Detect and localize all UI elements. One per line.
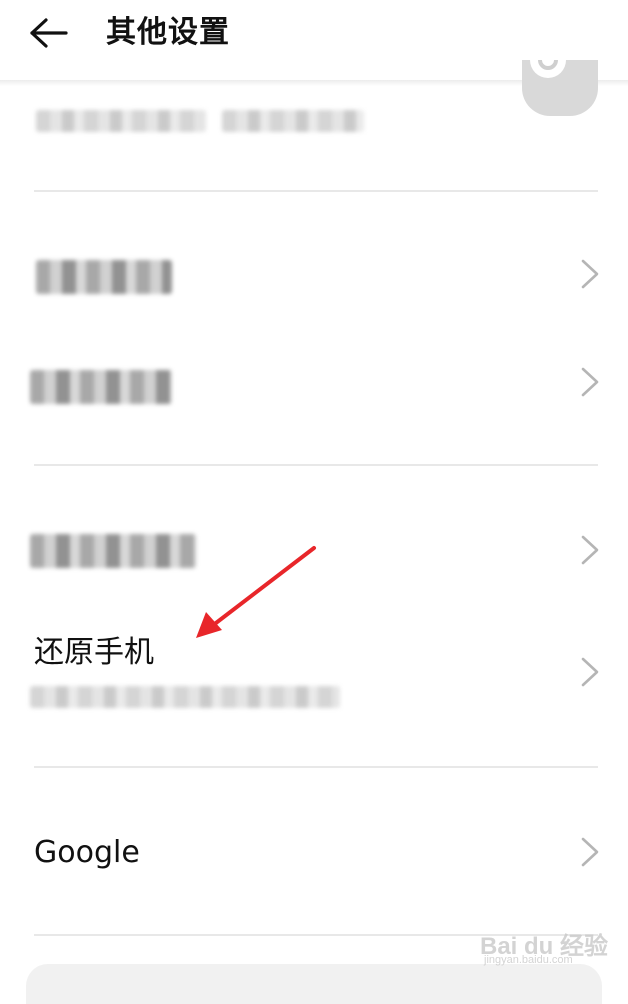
blurred-label bbox=[36, 260, 172, 294]
arrow-left-icon bbox=[30, 18, 68, 48]
settings-row[interactable] bbox=[0, 330, 628, 434]
blurred-description bbox=[30, 686, 340, 708]
reset-phone-label: 还原手机 bbox=[34, 635, 154, 670]
google-row[interactable]: Google bbox=[0, 800, 628, 910]
chevron-right-icon bbox=[581, 535, 599, 565]
baidu-jingyan-watermark: Bai du 经验 jingyan.baidu.com bbox=[480, 912, 620, 972]
reset-phone-row[interactable]: 还原手机 bbox=[0, 620, 628, 730]
toggle-switch[interactable] bbox=[522, 60, 598, 116]
settings-row[interactable] bbox=[0, 222, 628, 326]
settings-row[interactable] bbox=[0, 496, 628, 600]
chevron-right-icon bbox=[581, 367, 599, 397]
back-button[interactable] bbox=[26, 12, 72, 54]
divider bbox=[34, 766, 598, 768]
blurred-label bbox=[30, 534, 196, 568]
chevron-right-icon bbox=[581, 259, 599, 289]
blurred-label bbox=[222, 110, 364, 132]
page-title: 其他设置 bbox=[106, 15, 230, 50]
chevron-right-icon bbox=[581, 837, 599, 867]
chevron-right-icon bbox=[581, 657, 599, 687]
divider bbox=[34, 464, 598, 466]
blurred-label bbox=[36, 110, 206, 132]
google-label: Google bbox=[34, 835, 140, 870]
watermark-url: jingyan.baidu.com bbox=[484, 954, 573, 966]
divider bbox=[34, 190, 598, 192]
blurred-label bbox=[30, 370, 172, 404]
